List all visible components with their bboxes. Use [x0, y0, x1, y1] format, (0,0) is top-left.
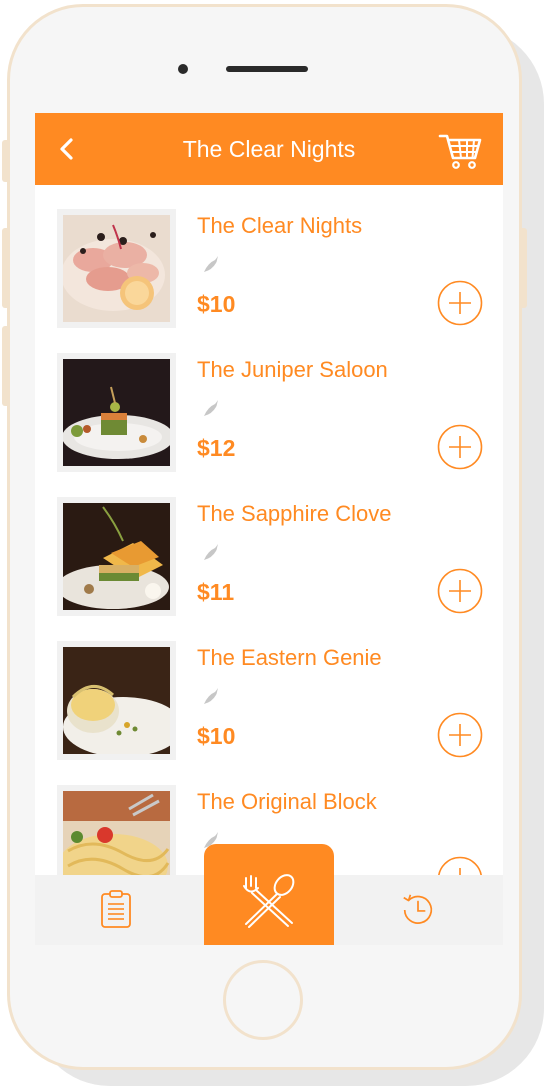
menu-list[interactable]: The Clear Nights $10 The Juniper Saloon … — [35, 185, 503, 875]
list-item[interactable]: The Clear Nights $10 — [35, 185, 503, 329]
list-item[interactable]: The Eastern Genie $10 — [35, 617, 503, 761]
dish-photo — [63, 359, 170, 466]
add-plus-icon[interactable] — [437, 424, 483, 470]
list-item[interactable]: The Sapphire Clove $11 — [35, 473, 503, 617]
side-button-power — [519, 228, 527, 308]
history-clock-icon — [403, 894, 433, 924]
add-plus-icon[interactable] — [437, 856, 483, 875]
dish-name: The Clear Nights — [197, 213, 363, 238]
fork-spoon-icon — [243, 874, 295, 928]
earpiece-speaker — [226, 66, 308, 72]
front-camera — [178, 64, 188, 74]
dish-price: $10 — [197, 723, 236, 749]
dish-price: $12 — [197, 435, 236, 461]
dish-photo — [63, 647, 170, 754]
chili-icon — [204, 400, 218, 416]
home-button[interactable] — [223, 960, 303, 1040]
chili-icon — [204, 688, 218, 704]
dish-thumbnail — [57, 353, 176, 472]
add-plus-icon[interactable] — [437, 280, 483, 326]
chili-icon — [204, 544, 218, 560]
dish-name: The Juniper Saloon — [197, 357, 388, 382]
dish-photo — [63, 215, 170, 322]
dish-name: The Sapphire Clove — [197, 501, 392, 526]
add-plus-icon[interactable] — [437, 712, 483, 758]
header-bar: The Clear Nights — [35, 113, 503, 185]
chevron-left-icon[interactable] — [51, 133, 83, 165]
dish-thumbnail — [57, 785, 176, 875]
dish-name: The Original Block — [197, 789, 377, 814]
clipboard-icon — [101, 890, 131, 928]
dish-thumbnail — [57, 497, 176, 616]
page-title: The Clear Nights — [182, 136, 356, 162]
dish-thumbnail — [57, 209, 176, 328]
list-item[interactable]: The Juniper Saloon $12 — [35, 329, 503, 473]
tab-menu[interactable] — [204, 844, 334, 945]
dish-price: $11 — [197, 579, 235, 605]
dish-thumbnail — [57, 641, 176, 760]
side-button-volume-down — [2, 326, 10, 406]
tab-history[interactable] — [365, 875, 485, 945]
dish-photo — [63, 503, 170, 610]
dish-price: $10 — [197, 291, 236, 317]
chili-icon — [204, 256, 218, 272]
add-plus-icon[interactable] — [437, 568, 483, 614]
side-button-volume-up — [2, 228, 10, 308]
app-screen: The Clear Nights The Clear Nights $10 Th… — [35, 113, 503, 945]
side-button-mute — [2, 140, 10, 182]
cart-icon[interactable] — [437, 130, 483, 170]
dish-name: The Eastern Genie — [197, 645, 382, 670]
dish-photo — [63, 791, 170, 875]
tab-orders[interactable] — [75, 875, 195, 945]
